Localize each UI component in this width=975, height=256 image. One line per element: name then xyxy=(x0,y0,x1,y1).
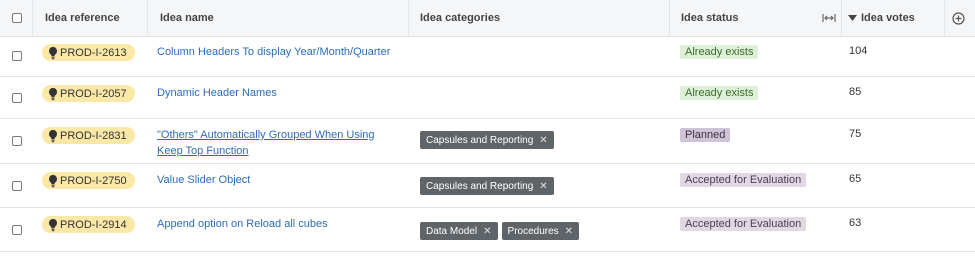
idea-reference-text: PROD-I-2831 xyxy=(60,129,127,142)
idea-name-link[interactable]: Column Headers To display Year/Month/Qua… xyxy=(157,44,397,60)
table-row[interactable]: PROD-I-2613 Column Headers To display Yea… xyxy=(0,36,975,77)
column-resize-icon[interactable] xyxy=(822,0,836,36)
idea-votes: 75 xyxy=(849,128,862,140)
idea-name-link[interactable]: "Others" Automatically Grouped When Usin… xyxy=(157,127,397,159)
table-row[interactable]: PROD-I-2831 "Others" Automatically Groupe… xyxy=(0,119,975,164)
ideas-grid: Idea reference Idea name Idea categories… xyxy=(0,0,975,256)
column-header-votes: Idea votes xyxy=(861,12,915,24)
row-select-cell xyxy=(12,119,22,163)
idea-categories: Capsules and Reporting ✕ xyxy=(420,177,554,195)
idea-categories: Data Model ✕ Procedures ✕ xyxy=(420,222,580,240)
category-tag-label: Procedures xyxy=(507,225,559,237)
row-checkbox[interactable] xyxy=(12,51,22,61)
status-badge[interactable]: Accepted for Evaluation xyxy=(680,217,807,231)
lightbulb-icon xyxy=(47,129,60,143)
idea-reference-text: PROD-I-2057 xyxy=(60,87,127,100)
row-checkbox[interactable] xyxy=(12,180,22,191)
idea-reference-badge[interactable]: PROD-I-2057 xyxy=(42,85,135,102)
lightbulb-icon xyxy=(47,87,60,101)
remove-tag-icon[interactable]: ✕ xyxy=(539,135,547,146)
row-checkbox[interactable] xyxy=(12,224,22,235)
category-tag[interactable]: Capsules and Reporting ✕ xyxy=(420,131,554,149)
category-tag-label: Capsules and Reporting xyxy=(426,134,534,146)
idea-name-link[interactable]: Dynamic Header Names xyxy=(157,85,397,101)
idea-votes: 65 xyxy=(849,173,862,185)
category-tag[interactable]: Capsules and Reporting ✕ xyxy=(420,177,554,195)
table-row[interactable]: PROD-I-2914 Append option on Reload all c… xyxy=(0,208,975,252)
select-all-cell xyxy=(12,0,22,36)
table-row[interactable]: PROD-I-2057 Dynamic Header Names Already e… xyxy=(0,77,975,119)
row-checkbox[interactable] xyxy=(12,136,22,146)
remove-tag-icon[interactable]: ✕ xyxy=(565,226,573,237)
column-header-status[interactable]: Idea status xyxy=(681,0,738,36)
status-badge[interactable]: Accepted for Evaluation xyxy=(680,173,807,187)
idea-votes: 85 xyxy=(849,86,862,98)
idea-name-link[interactable]: Value Slider Object xyxy=(157,172,397,188)
idea-reference-text: PROD-I-2750 xyxy=(60,174,127,187)
idea-votes: 104 xyxy=(849,45,868,57)
row-select-cell xyxy=(12,208,22,251)
add-column-icon[interactable] xyxy=(952,0,965,36)
select-all-checkbox[interactable] xyxy=(12,13,22,23)
category-tag-label: Data Model xyxy=(426,225,478,237)
remove-tag-icon[interactable]: ✕ xyxy=(483,226,491,237)
remove-tag-icon[interactable]: ✕ xyxy=(539,181,547,192)
column-header-categories[interactable]: Idea categories xyxy=(420,0,500,36)
table-row[interactable]: PROD-I-2750 Value Slider Object Capsules a… xyxy=(0,164,975,208)
column-header-reference[interactable]: Idea reference xyxy=(45,0,120,36)
category-tag[interactable]: Procedures ✕ xyxy=(501,222,580,240)
idea-votes: 63 xyxy=(849,217,862,229)
category-tag-label: Capsules and Reporting xyxy=(426,180,534,192)
category-tag[interactable]: Data Model ✕ xyxy=(420,222,498,240)
status-badge[interactable]: Already exists xyxy=(680,45,759,59)
idea-reference-text: PROD-I-2613 xyxy=(60,46,127,59)
row-select-cell xyxy=(12,77,22,118)
grid-header: Idea reference Idea name Idea categories… xyxy=(0,0,975,37)
idea-reference-badge[interactable]: PROD-I-2831 xyxy=(42,127,135,144)
lightbulb-icon xyxy=(47,46,60,60)
idea-reference-text: PROD-I-2914 xyxy=(60,218,127,231)
lightbulb-icon xyxy=(47,218,60,232)
idea-reference-badge[interactable]: PROD-I-2613 xyxy=(42,44,135,61)
status-badge[interactable]: Already exists xyxy=(680,86,759,100)
row-select-cell xyxy=(12,164,22,207)
idea-reference-badge[interactable]: PROD-I-2914 xyxy=(42,216,135,233)
lightbulb-icon xyxy=(47,174,60,188)
idea-name-link[interactable]: Append option on Reload all cubes xyxy=(157,216,397,232)
idea-reference-badge[interactable]: PROD-I-2750 xyxy=(42,172,135,189)
row-select-cell xyxy=(12,36,22,76)
sort-descending-icon xyxy=(848,12,857,24)
status-badge[interactable]: Planned xyxy=(680,128,731,142)
row-checkbox[interactable] xyxy=(12,92,22,103)
idea-categories: Capsules and Reporting ✕ xyxy=(420,131,554,149)
column-header-votes-cell[interactable]: Idea votes xyxy=(848,0,915,36)
column-header-name[interactable]: Idea name xyxy=(160,0,214,36)
